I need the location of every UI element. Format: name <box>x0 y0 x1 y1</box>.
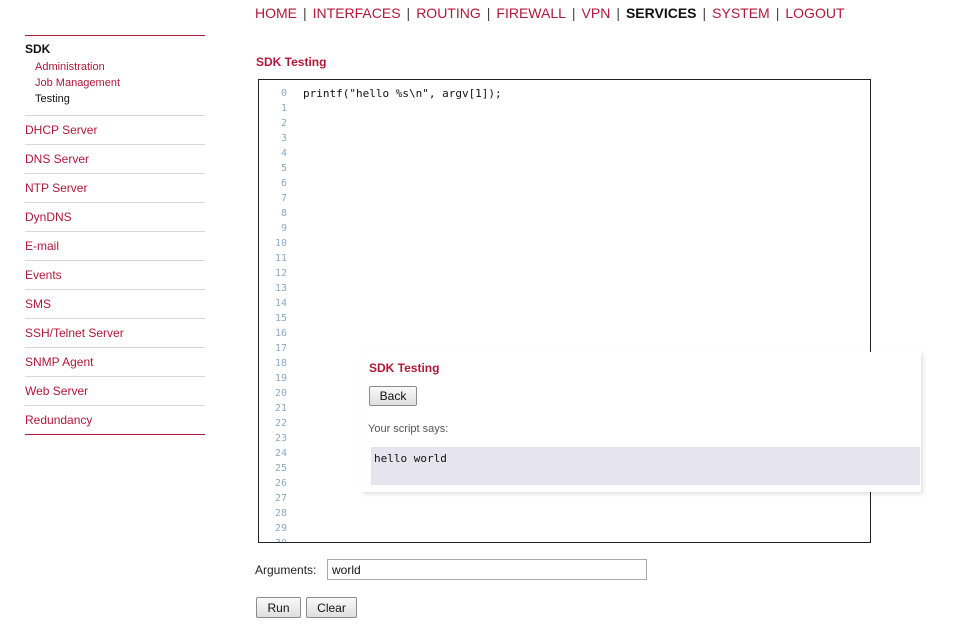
nav-separator: | <box>571 5 576 21</box>
nav-item-vpn[interactable]: VPN <box>582 5 611 21</box>
line-number: 0 <box>280 88 287 99</box>
line-number: 7 <box>280 193 287 204</box>
sidebar-sub-items: Administration Job Management Testing <box>25 59 205 107</box>
sidebar-item-web-server[interactable]: Web Server <box>25 377 205 406</box>
page-title: SDK Testing <box>256 55 327 69</box>
line-number: 12 <box>274 268 287 279</box>
line-number: 24 <box>274 448 287 459</box>
sidebar-item-sms[interactable]: SMS <box>25 290 205 319</box>
line-number: 23 <box>274 433 287 444</box>
arguments-label: Arguments: <box>255 563 317 577</box>
arguments-input[interactable] <box>327 559 647 580</box>
line-number: 16 <box>274 328 287 339</box>
line-number-gutter: 0 1 2 3 4 5 6 7 8 9 10 11 12 13 14 15 16 17 18 19 20 21 22 23 24… <box>259 86 287 542</box>
sidebar-sdk-section: SDK Administration Job Management Testing <box>25 36 205 116</box>
sidebar-item-events[interactable]: Events <box>25 261 205 290</box>
line-number: 5 <box>280 163 287 174</box>
line-number: 30 <box>259 536 287 542</box>
nav-separator: | <box>303 5 307 21</box>
sidebar-subitem-testing[interactable]: Testing <box>25 91 205 107</box>
line-number: 20 <box>274 388 287 399</box>
sidebar-item-snmp-agent[interactable]: SNMP Agent <box>25 348 205 377</box>
line-number: 28 <box>274 508 287 519</box>
line-number: 14 <box>274 298 287 309</box>
nav-item-home[interactable]: HOME <box>255 5 297 21</box>
nav-item-system[interactable]: SYSTEM <box>712 5 770 21</box>
line-number: 13 <box>274 283 287 294</box>
sidebar-subitem-job-management[interactable]: Job Management <box>25 75 205 91</box>
nav-item-routing[interactable]: ROUTING <box>416 5 481 21</box>
sidebar: SDK Administration Job Management Testing … <box>25 35 205 435</box>
nav-separator: | <box>406 5 411 21</box>
sidebar-item-redundancy[interactable]: Redundancy <box>25 406 205 435</box>
line-number: 10 <box>274 238 287 249</box>
nav-item-logout[interactable]: LOGOUT <box>785 5 844 21</box>
sidebar-section-title: SDK <box>25 42 51 56</box>
script-says-label: Your script says: <box>368 423 449 435</box>
line-number: 2 <box>280 118 287 129</box>
nav-item-firewall[interactable]: FIREWALL <box>496 5 566 21</box>
sidebar-subitem-administration[interactable]: Administration <box>25 59 205 75</box>
nav-separator: | <box>616 5 620 21</box>
line-number: 26 <box>274 478 287 489</box>
sidebar-item-dns-server[interactable]: DNS Server <box>25 145 205 174</box>
nav-separator: | <box>702 5 707 21</box>
nav-separator: | <box>486 5 491 21</box>
line-number: 4 <box>280 148 287 159</box>
sidebar-item-dyndns[interactable]: DynDNS <box>25 203 205 232</box>
nav-item-interfaces[interactable]: INTERFACES <box>313 5 401 21</box>
sidebar-item-dhcp-server[interactable]: DHCP Server <box>25 116 205 145</box>
line-number: 6 <box>280 178 287 189</box>
line-number: 27 <box>274 493 287 504</box>
sidebar-items: DHCP Server DNS Server NTP Server DynDNS E-m… <box>25 116 205 435</box>
nav-item-services[interactable]: SERVICES <box>626 5 697 21</box>
clear-button[interactable]: Clear <box>306 597 357 618</box>
nav-separator: | <box>775 5 780 21</box>
line-number: 22 <box>274 418 287 429</box>
run-button[interactable]: Run <box>256 597 301 618</box>
top-nav: HOME | INTERFACES | ROUTING | FIREWALL | VPN | SER… <box>255 5 845 21</box>
sidebar-item-ntp-server[interactable]: NTP Server <box>25 174 205 203</box>
back-button[interactable]: Back <box>369 386 417 406</box>
line-number: 17 <box>274 343 287 354</box>
line-number: 18 <box>274 358 287 369</box>
line-number: 25 <box>274 463 287 474</box>
line-number: 11 <box>274 253 287 264</box>
line-number: 1 <box>280 103 287 114</box>
script-output: hello world <box>371 447 920 485</box>
line-number: 29 <box>274 523 287 534</box>
sidebar-item-e-mail[interactable]: E-mail <box>25 232 205 261</box>
sidebar-item-ssh-telnet-server[interactable]: SSH/Telnet Server <box>25 319 205 348</box>
line-number: 9 <box>280 223 287 234</box>
line-number: 21 <box>274 403 287 414</box>
popup-title: SDK Testing <box>369 361 440 375</box>
line-number: 15 <box>274 313 287 324</box>
line-number: 8 <box>280 208 287 219</box>
code-content[interactable]: printf("hello %s\n", argv[1]); <box>303 86 502 101</box>
line-number: 3 <box>280 133 287 144</box>
result-popup: SDK Testing Back Your script says: hello… <box>361 352 921 492</box>
line-number: 19 <box>274 373 287 384</box>
